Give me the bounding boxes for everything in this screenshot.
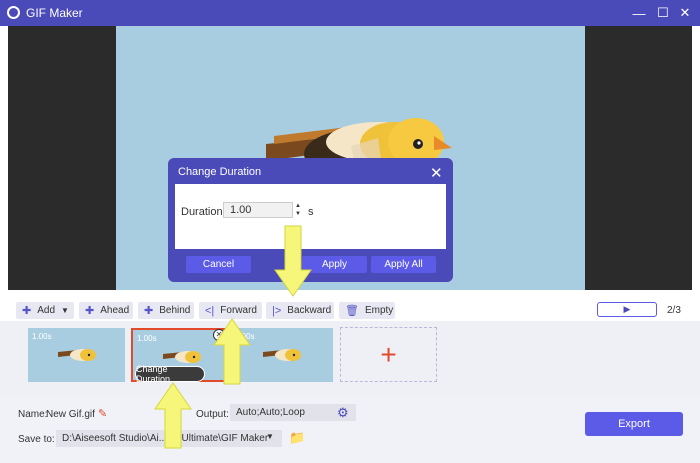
- forward-button[interactable]: <| Forward: [199, 302, 262, 319]
- behind-button[interactable]: ✚ Behind: [138, 302, 194, 319]
- duration-stepper[interactable]: ▲ ▼: [293, 202, 303, 218]
- apply-button[interactable]: Apply: [302, 256, 367, 273]
- gear-icon[interactable]: ⚙: [337, 405, 349, 421]
- output-label: Output:: [196, 409, 229, 420]
- dialog-title: Change Duration: [178, 166, 262, 178]
- duration-label: Duration:: [181, 206, 226, 218]
- ahead-label: Ahead: [100, 305, 130, 316]
- backward-icon: |>: [272, 304, 282, 317]
- apply-all-button[interactable]: Apply All: [371, 256, 436, 273]
- gif-name: New Gif.gif: [46, 409, 95, 420]
- save-path-field[interactable]: D:\Aiseesoft Studio\Ai...ter Ultimate\GI…: [56, 430, 282, 447]
- page-count: 2/3: [667, 305, 681, 316]
- dialog-close-icon[interactable]: ✕: [430, 164, 443, 182]
- add-frame-button[interactable]: +: [340, 327, 437, 382]
- forward-icon: <|: [205, 304, 215, 317]
- backward-label: Backward: [287, 305, 332, 316]
- save-path: D:\Aiseesoft Studio\Ai...ter Ultimate\GI…: [62, 433, 269, 444]
- save-to-label: Save to:: [18, 434, 55, 445]
- minimize-icon[interactable]: —: [630, 4, 648, 22]
- insert-ahead-icon: ✚: [85, 305, 95, 317]
- frame-thumbnail[interactable]: 1.00s: [231, 328, 333, 382]
- dialog-body: Duration: 1.00 ▲ ▼ s: [175, 184, 446, 249]
- empty-label: Empty: [364, 305, 394, 316]
- change-duration-dialog: Change Duration ✕ Duration: 1.00 ▲ ▼ s Ca…: [168, 158, 453, 282]
- plus-icon: +: [380, 338, 397, 370]
- maximize-icon[interactable]: ☐: [654, 4, 672, 22]
- bird-thumbnail-icon: [58, 349, 96, 361]
- backward-button[interactable]: |> Backward: [266, 302, 334, 319]
- play-button[interactable]: ▶: [597, 302, 657, 317]
- duration-input[interactable]: 1.00: [223, 202, 293, 218]
- add-label: Add: [37, 305, 56, 316]
- remove-frame-icon[interactable]: ✕: [213, 329, 225, 341]
- behind-label: Behind: [159, 305, 191, 316]
- duration-unit: s: [308, 206, 314, 218]
- forward-label: Forward: [220, 305, 257, 316]
- bird-thumbnail-icon: [263, 349, 301, 361]
- change-duration-button[interactable]: Change Duration: [135, 364, 205, 384]
- folder-icon[interactable]: 📁: [289, 430, 305, 446]
- plus-icon: ✚: [22, 305, 32, 317]
- chevron-down-icon: ▼: [61, 306, 69, 315]
- chevron-down-icon[interactable]: ▼: [266, 432, 274, 441]
- output-value: Auto;Auto;Loop: [236, 407, 305, 418]
- export-button[interactable]: Export: [585, 412, 683, 436]
- empty-button[interactable]: 🗑 Empty: [339, 302, 395, 319]
- window-title: GIF Maker: [26, 6, 83, 20]
- app-logo-icon: [7, 6, 20, 19]
- edit-name-icon[interactable]: ✎: [98, 407, 107, 420]
- name-label: Name:: [18, 409, 48, 420]
- close-icon[interactable]: ✕: [676, 4, 694, 22]
- cancel-button[interactable]: Cancel: [186, 256, 251, 273]
- frame-thumbnail[interactable]: 1.00s: [28, 328, 125, 382]
- title-bar: GIF Maker — ☐ ✕: [0, 0, 700, 26]
- ahead-button[interactable]: ✚ Ahead: [79, 302, 133, 319]
- trash-icon: 🗑: [345, 305, 359, 317]
- play-icon: ▶: [623, 304, 631, 314]
- insert-behind-icon: ✚: [144, 305, 154, 317]
- add-button[interactable]: ✚ Add ▼: [16, 302, 74, 319]
